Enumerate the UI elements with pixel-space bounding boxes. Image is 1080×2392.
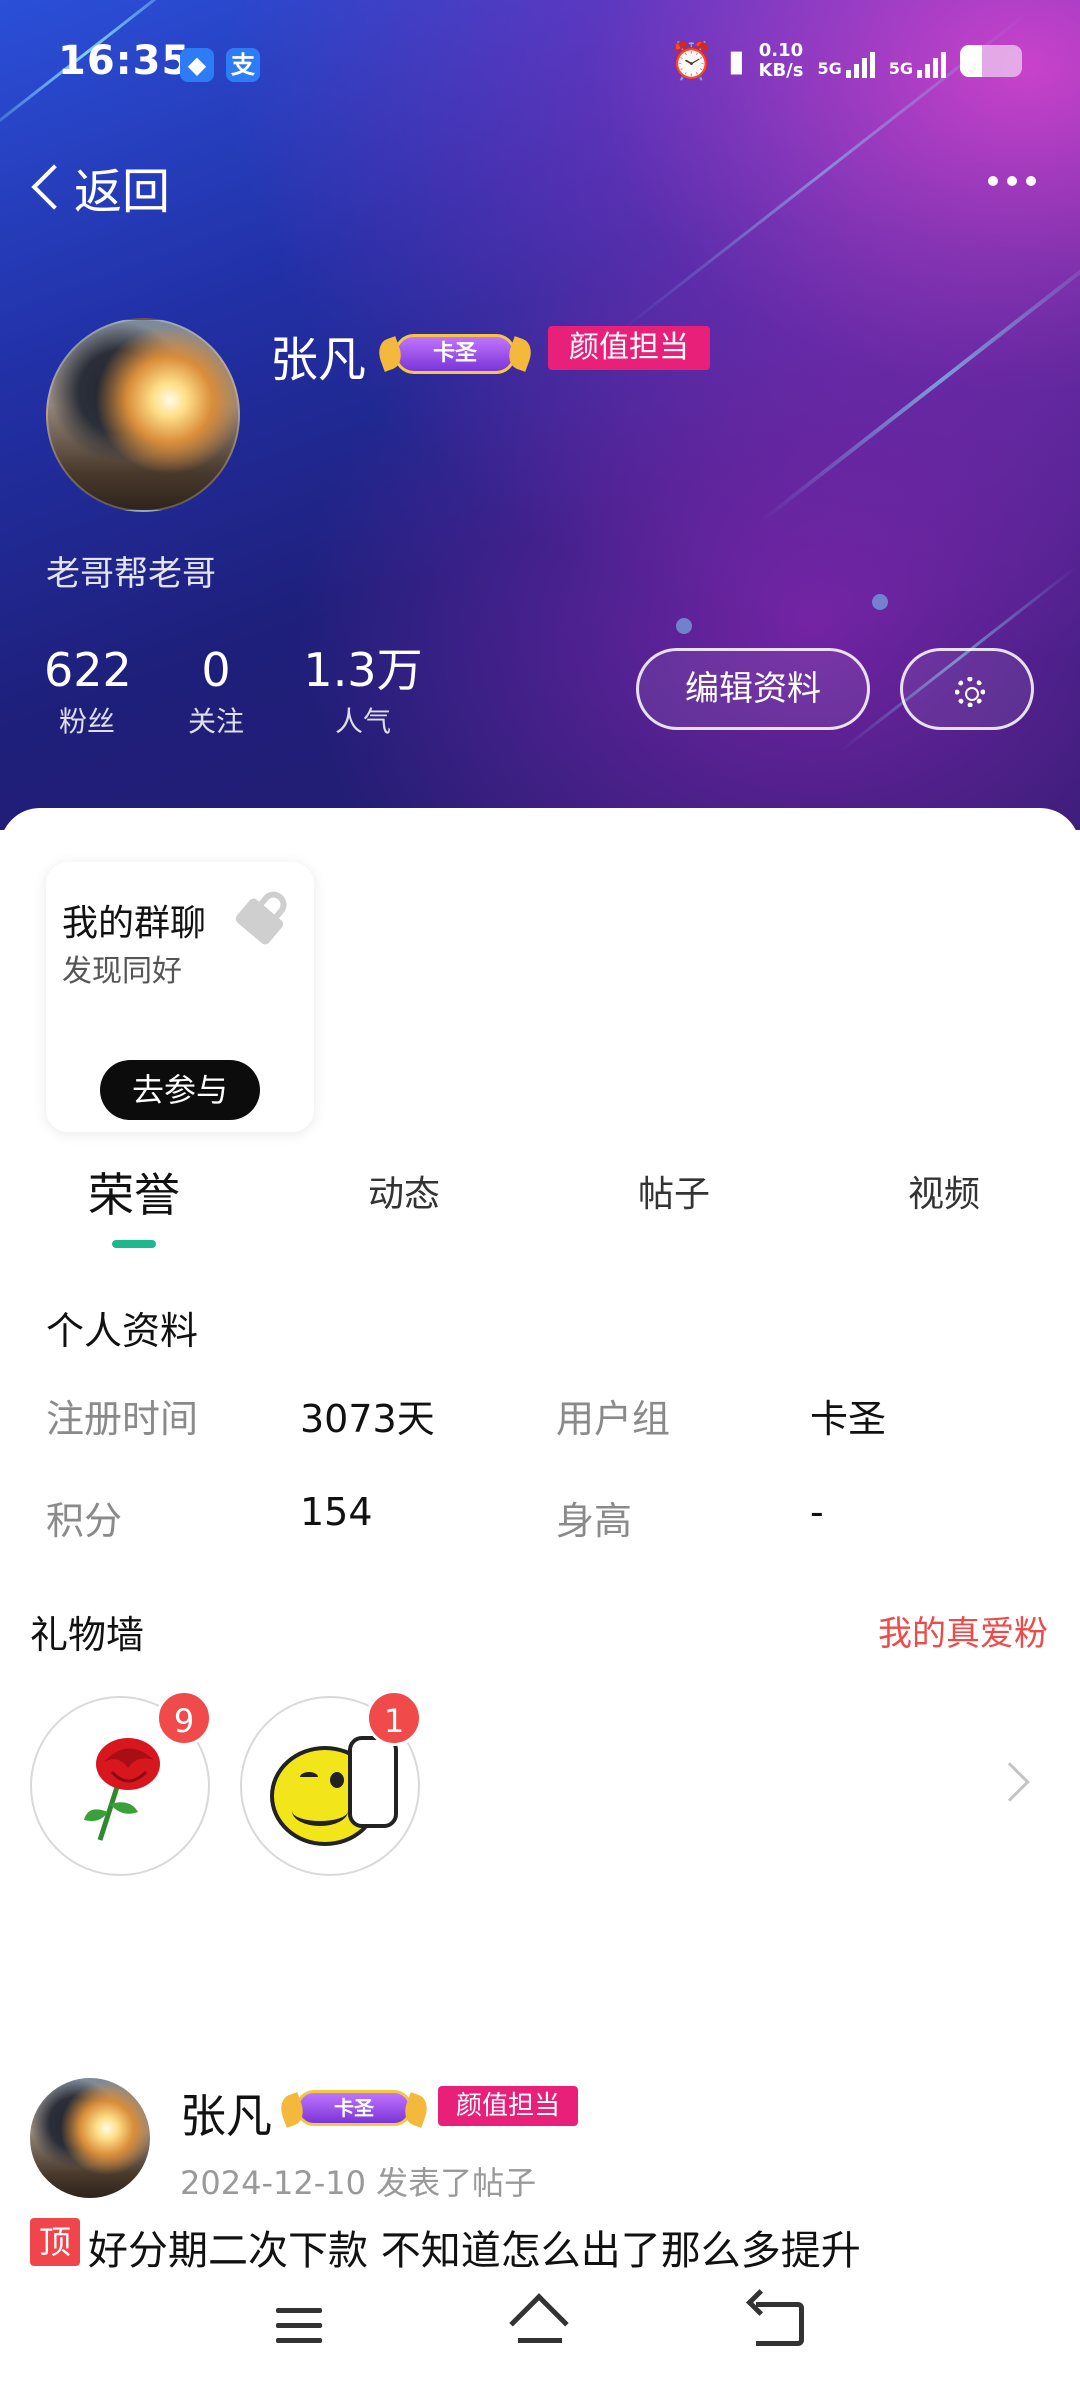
tab-posts[interactable]: 帖子: [574, 1160, 774, 1230]
status-time: 16:35: [58, 38, 191, 84]
gift-item[interactable]: 9: [30, 1690, 212, 1876]
stat-popularity[interactable]: 1.3万 人气: [300, 640, 426, 740]
recent-apps-button[interactable]: [276, 2308, 322, 2344]
info-key: 身高: [556, 1499, 633, 1543]
group-chat-card[interactable]: 我的群聊 发现同好 去参与: [46, 862, 314, 1132]
home-button[interactable]: [509, 2293, 569, 2353]
more-options-button[interactable]: [988, 176, 1036, 186]
notification-app-icon: ◆: [180, 48, 214, 82]
settings-button[interactable]: [900, 648, 1034, 730]
stat-value: 1.3万: [303, 643, 423, 697]
stat-label: 人气: [334, 705, 391, 738]
lock-icon: [233, 880, 300, 947]
post-author-avatar[interactable]: [30, 2078, 150, 2198]
stat-label: 关注: [187, 705, 244, 738]
stat-label: 粉丝: [58, 705, 115, 738]
battery-icon: [960, 45, 1022, 77]
info-value: 卡圣: [810, 1397, 887, 1441]
vibrate-icon: ▮: [727, 43, 745, 79]
gift-wall-title: 礼物墙: [30, 1613, 145, 1657]
post-title-tag: 颜值担当: [438, 2086, 578, 2126]
more-dots-icon: [988, 176, 998, 186]
tab-videos[interactable]: 视频: [844, 1160, 1044, 1230]
stat-following[interactable]: 0 关注: [180, 640, 252, 740]
info-value: 3073天: [300, 1397, 435, 1441]
network-speed: 0.10 KB/s: [758, 40, 804, 81]
stat-fans[interactable]: 622 粉丝: [44, 640, 132, 740]
avatar[interactable]: [46, 318, 240, 512]
gift-count-badge: 1: [366, 1690, 422, 1746]
tab-activity[interactable]: 动态: [304, 1160, 504, 1230]
alarm-icon: ⏰: [669, 41, 714, 82]
profile-bio: 老哥帮老哥: [46, 554, 216, 594]
alipay-icon: 支: [226, 48, 260, 82]
title-tag[interactable]: 颜值担当: [548, 326, 710, 370]
post-text-content: 好分期二次下款 不知道怎么出了那么多提升: [88, 2228, 861, 2268]
status-bar: 16:35 ◆ 支 ⏰ ▮ 0.10 KB/s 5G 5G: [0, 0, 1080, 130]
post-meta: 2024-12-10 发表了帖子: [180, 2164, 537, 2202]
post-author-name[interactable]: 张凡: [180, 2080, 272, 2146]
tab-honor[interactable]: 荣誉: [34, 1160, 234, 1230]
group-card-title: 我的群聊: [62, 903, 207, 944]
pinned-badge: 顶: [30, 2218, 80, 2266]
gift-count-badge: 9: [156, 1690, 212, 1746]
profile-tabs: 荣誉 动态 帖子 视频: [0, 1160, 1080, 1240]
gear-icon: [955, 677, 985, 707]
true-fans-link[interactable]: 我的真爱粉: [878, 1606, 1048, 1655]
chevron-left-icon: [31, 164, 77, 210]
back-button[interactable]: 返回: [28, 152, 170, 222]
group-card-subtitle: 发现同好: [62, 954, 182, 989]
post-text[interactable]: 顶好分期二次下款 不知道怎么出了那么多提升: [30, 2218, 1060, 2268]
active-tab-indicator: [112, 1240, 156, 1248]
thumb-icon: [348, 1736, 398, 1828]
profile-name: 张凡: [270, 332, 367, 388]
info-key: 注册时间: [46, 1397, 199, 1441]
signal-sim2-icon: 5G: [889, 44, 946, 78]
post-level-badge: 卡圣: [296, 2090, 412, 2126]
personal-info-title: 个人资料: [46, 1309, 199, 1353]
system-navigation-bar: [0, 2268, 1080, 2392]
info-key: 积分: [46, 1499, 123, 1543]
info-value: -: [810, 1490, 824, 1534]
stat-value: 622: [44, 643, 132, 697]
rose-icon: [84, 1738, 160, 1841]
info-value: 154: [300, 1490, 373, 1534]
system-back-button[interactable]: [756, 2302, 804, 2346]
signal-sim1-icon: 5G: [817, 44, 875, 78]
stat-value: 0: [201, 643, 231, 697]
edit-profile-button[interactable]: 编辑资料: [636, 648, 870, 730]
join-group-button[interactable]: 去参与: [100, 1060, 260, 1120]
back-label: 返回: [74, 164, 171, 220]
gift-item[interactable]: 1: [240, 1690, 422, 1876]
level-badge[interactable]: 卡圣: [394, 334, 516, 374]
info-key: 用户组: [556, 1397, 671, 1441]
